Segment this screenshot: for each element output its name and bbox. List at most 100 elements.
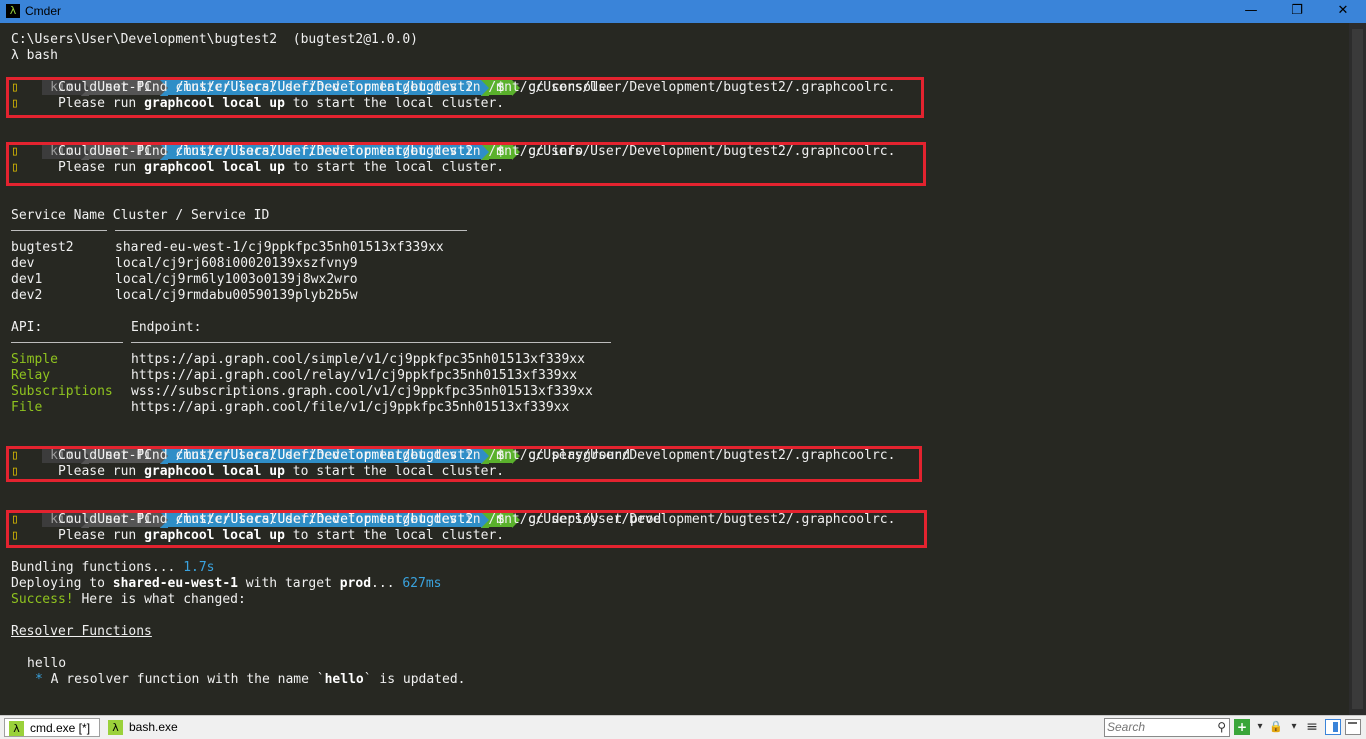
error-icon: ▯ xyxy=(11,528,19,543)
api-endpoint: https://api.graph.cool/simple/v1/cj9ppkf… xyxy=(131,352,585,367)
api-row: Simple https://api.graph.cool/simple/v1/c… xyxy=(11,352,585,368)
deploying-pre: Deploying to xyxy=(11,576,113,591)
api-name: Relay xyxy=(11,368,51,383)
window-title: Cmder xyxy=(25,4,62,18)
service-name: bugtest2 xyxy=(11,240,74,255)
error-hint-command: graphcool local up xyxy=(144,464,285,479)
change-bullet: * xyxy=(35,672,43,687)
change-post: ` is updated. xyxy=(363,672,466,687)
search-input[interactable] xyxy=(1107,719,1207,735)
error-icon: ▯ xyxy=(11,80,19,95)
cwd-line: C:\Users\User\Development\bugtest2 (bugt… xyxy=(11,32,418,47)
api-header: API: Endpoint: xyxy=(11,320,201,336)
bundling-time: 1.7s xyxy=(183,560,215,575)
deploying-region: shared-eu-west-1 xyxy=(112,576,238,591)
service-name: dev xyxy=(11,256,35,271)
api-row: Relay https://api.graph.cool/relay/v1/cj9… xyxy=(11,368,577,384)
error-icon: ▯ xyxy=(11,144,19,159)
error-hint-pre: Please run xyxy=(57,160,145,175)
search-box[interactable]: ⚲ xyxy=(1104,718,1230,737)
service-row: dev local/cj9rj608i00020139xszfvny9 xyxy=(11,256,358,272)
maximize-button[interactable]: ❐ xyxy=(1274,0,1320,23)
deploying-time: 627ms xyxy=(402,576,442,591)
service-id: shared-eu-west-1/cj9ppkfpc35nh01513xf339… xyxy=(115,240,444,255)
status-bar: λ cmd.exe [*] λ bash.exe ⚲ + ▾ 🔒 ▾ ≡ xyxy=(0,715,1366,739)
change-name: hello xyxy=(324,672,364,687)
api-row: Subscriptions wss://subscriptions.graph.c… xyxy=(11,384,593,400)
error-line-1: ▯ Could not find cluster local defined f… xyxy=(11,448,895,464)
error-hint-command: graphcool local up xyxy=(144,528,285,543)
service-name: dev2 xyxy=(11,288,43,303)
lock-dropdown-icon[interactable]: ▾ xyxy=(1286,719,1302,735)
change-line: * A resolver function with the name `hel… xyxy=(35,672,465,688)
divider xyxy=(115,230,467,231)
error-message: Could not find cluster local defined for… xyxy=(57,448,896,463)
api-name: Subscriptions xyxy=(11,384,113,399)
services-header: Service Name Cluster / Service ID xyxy=(11,208,269,224)
scrollbar-thumb[interactable] xyxy=(1352,29,1363,709)
lambda-icon: λ xyxy=(9,721,24,736)
service-name: dev1 xyxy=(11,272,43,287)
tab-label: bash.exe xyxy=(129,720,178,734)
api-endpoint: https://api.graph.cool/file/v1/cj9ppkfpc… xyxy=(131,400,570,415)
terminal-area[interactable]: C:\Users\User\Development\bugtest2 (bugt… xyxy=(0,23,1366,715)
section-title: Resolver Functions xyxy=(11,624,152,639)
tab-cmd[interactable]: λ cmd.exe [*] xyxy=(4,718,100,737)
success-line: Success! Here is what changed: xyxy=(11,592,246,608)
api-row: File https://api.graph.cool/file/v1/cj9pp… xyxy=(11,400,569,416)
error-icon: ▯ xyxy=(11,464,19,479)
service-id: local/cj9rm6ly1003o0139j8wx2wro xyxy=(115,272,358,287)
error-line-1: ▯ Could not find cluster local defined f… xyxy=(11,512,895,528)
error-line-1: ▯ Could not find cluster local defined f… xyxy=(11,144,895,160)
search-icon[interactable]: ⚲ xyxy=(1217,720,1226,734)
menu-icon[interactable]: ≡ xyxy=(1304,719,1320,735)
api-endpoint: wss://subscriptions.graph.cool/v1/cj9ppk… xyxy=(131,384,593,399)
error-line-2: ▯ Please run graphcool local up to start… xyxy=(11,96,504,112)
services-header-name: Service Name xyxy=(11,208,105,223)
tab-bash[interactable]: λ bash.exe xyxy=(104,718,184,737)
api-header-api: API: xyxy=(11,320,43,335)
deploying-post: ... xyxy=(371,576,403,591)
api-name: Simple xyxy=(11,352,58,367)
tab-label: cmd.exe [*] xyxy=(30,721,91,735)
minimize-button[interactable]: — xyxy=(1228,0,1274,23)
success-text: Here is what changed: xyxy=(73,592,246,607)
layout-icon[interactable] xyxy=(1345,719,1361,735)
api-endpoint: https://api.graph.cool/relay/v1/cj9ppkfp… xyxy=(131,368,578,383)
vertical-scrollbar[interactable] xyxy=(1349,23,1366,715)
error-hint-pre: Please run xyxy=(57,464,145,479)
shell-line: λ bash xyxy=(11,48,58,63)
close-button[interactable]: ✕ xyxy=(1320,0,1366,23)
error-hint-post: to start the local cluster. xyxy=(284,160,505,175)
bundling-line: Bundling functions... 1.7s xyxy=(11,560,215,576)
error-icon: ▯ xyxy=(11,160,19,175)
bundling-text: Bundling functions... xyxy=(11,560,184,575)
divider xyxy=(11,342,123,343)
service-id: local/cj9rj608i00020139xszfvny9 xyxy=(115,256,358,271)
error-hint-pre: Please run xyxy=(57,96,145,111)
api-name: File xyxy=(11,400,43,415)
service-row: dev2 local/cj9rmdabu00590139plyb2b5w xyxy=(11,288,358,304)
lambda-icon: λ xyxy=(108,720,123,735)
error-icon: ▯ xyxy=(11,448,19,463)
error-line-1: ▯ Could not find cluster local defined f… xyxy=(11,80,895,96)
error-message: Could not find cluster local defined for… xyxy=(57,512,896,527)
error-hint-post: to start the local cluster. xyxy=(284,96,505,111)
deploying-mid: with target xyxy=(237,576,340,591)
service-id: local/cj9rmdabu00590139plyb2b5w xyxy=(115,288,358,303)
split-view-icon[interactable] xyxy=(1325,719,1341,735)
error-message: Could not find cluster local defined for… xyxy=(57,80,896,95)
new-console-dropdown-icon[interactable]: ▾ xyxy=(1252,719,1268,735)
service-row: dev1 local/cj9rm6ly1003o0139j8wx2wro xyxy=(11,272,358,288)
error-icon: ▯ xyxy=(11,512,19,527)
deploying-line: Deploying to shared-eu-west-1 with targe… xyxy=(11,576,442,592)
error-hint-command: graphcool local up xyxy=(144,160,285,175)
error-message: Could not find cluster local defined for… xyxy=(57,144,896,159)
new-console-icon[interactable]: + xyxy=(1234,719,1250,735)
service-row: bugtest2 shared-eu-west-1/cj9ppkfpc35nh01… xyxy=(11,240,444,256)
error-hint-post: to start the local cluster. xyxy=(284,464,505,479)
lock-icon[interactable]: 🔒 xyxy=(1268,719,1284,735)
error-hint-post: to start the local cluster. xyxy=(284,528,505,543)
deploying-target: prod xyxy=(339,576,372,591)
error-line-2: ▯ Please run graphcool local up to start… xyxy=(11,464,504,480)
